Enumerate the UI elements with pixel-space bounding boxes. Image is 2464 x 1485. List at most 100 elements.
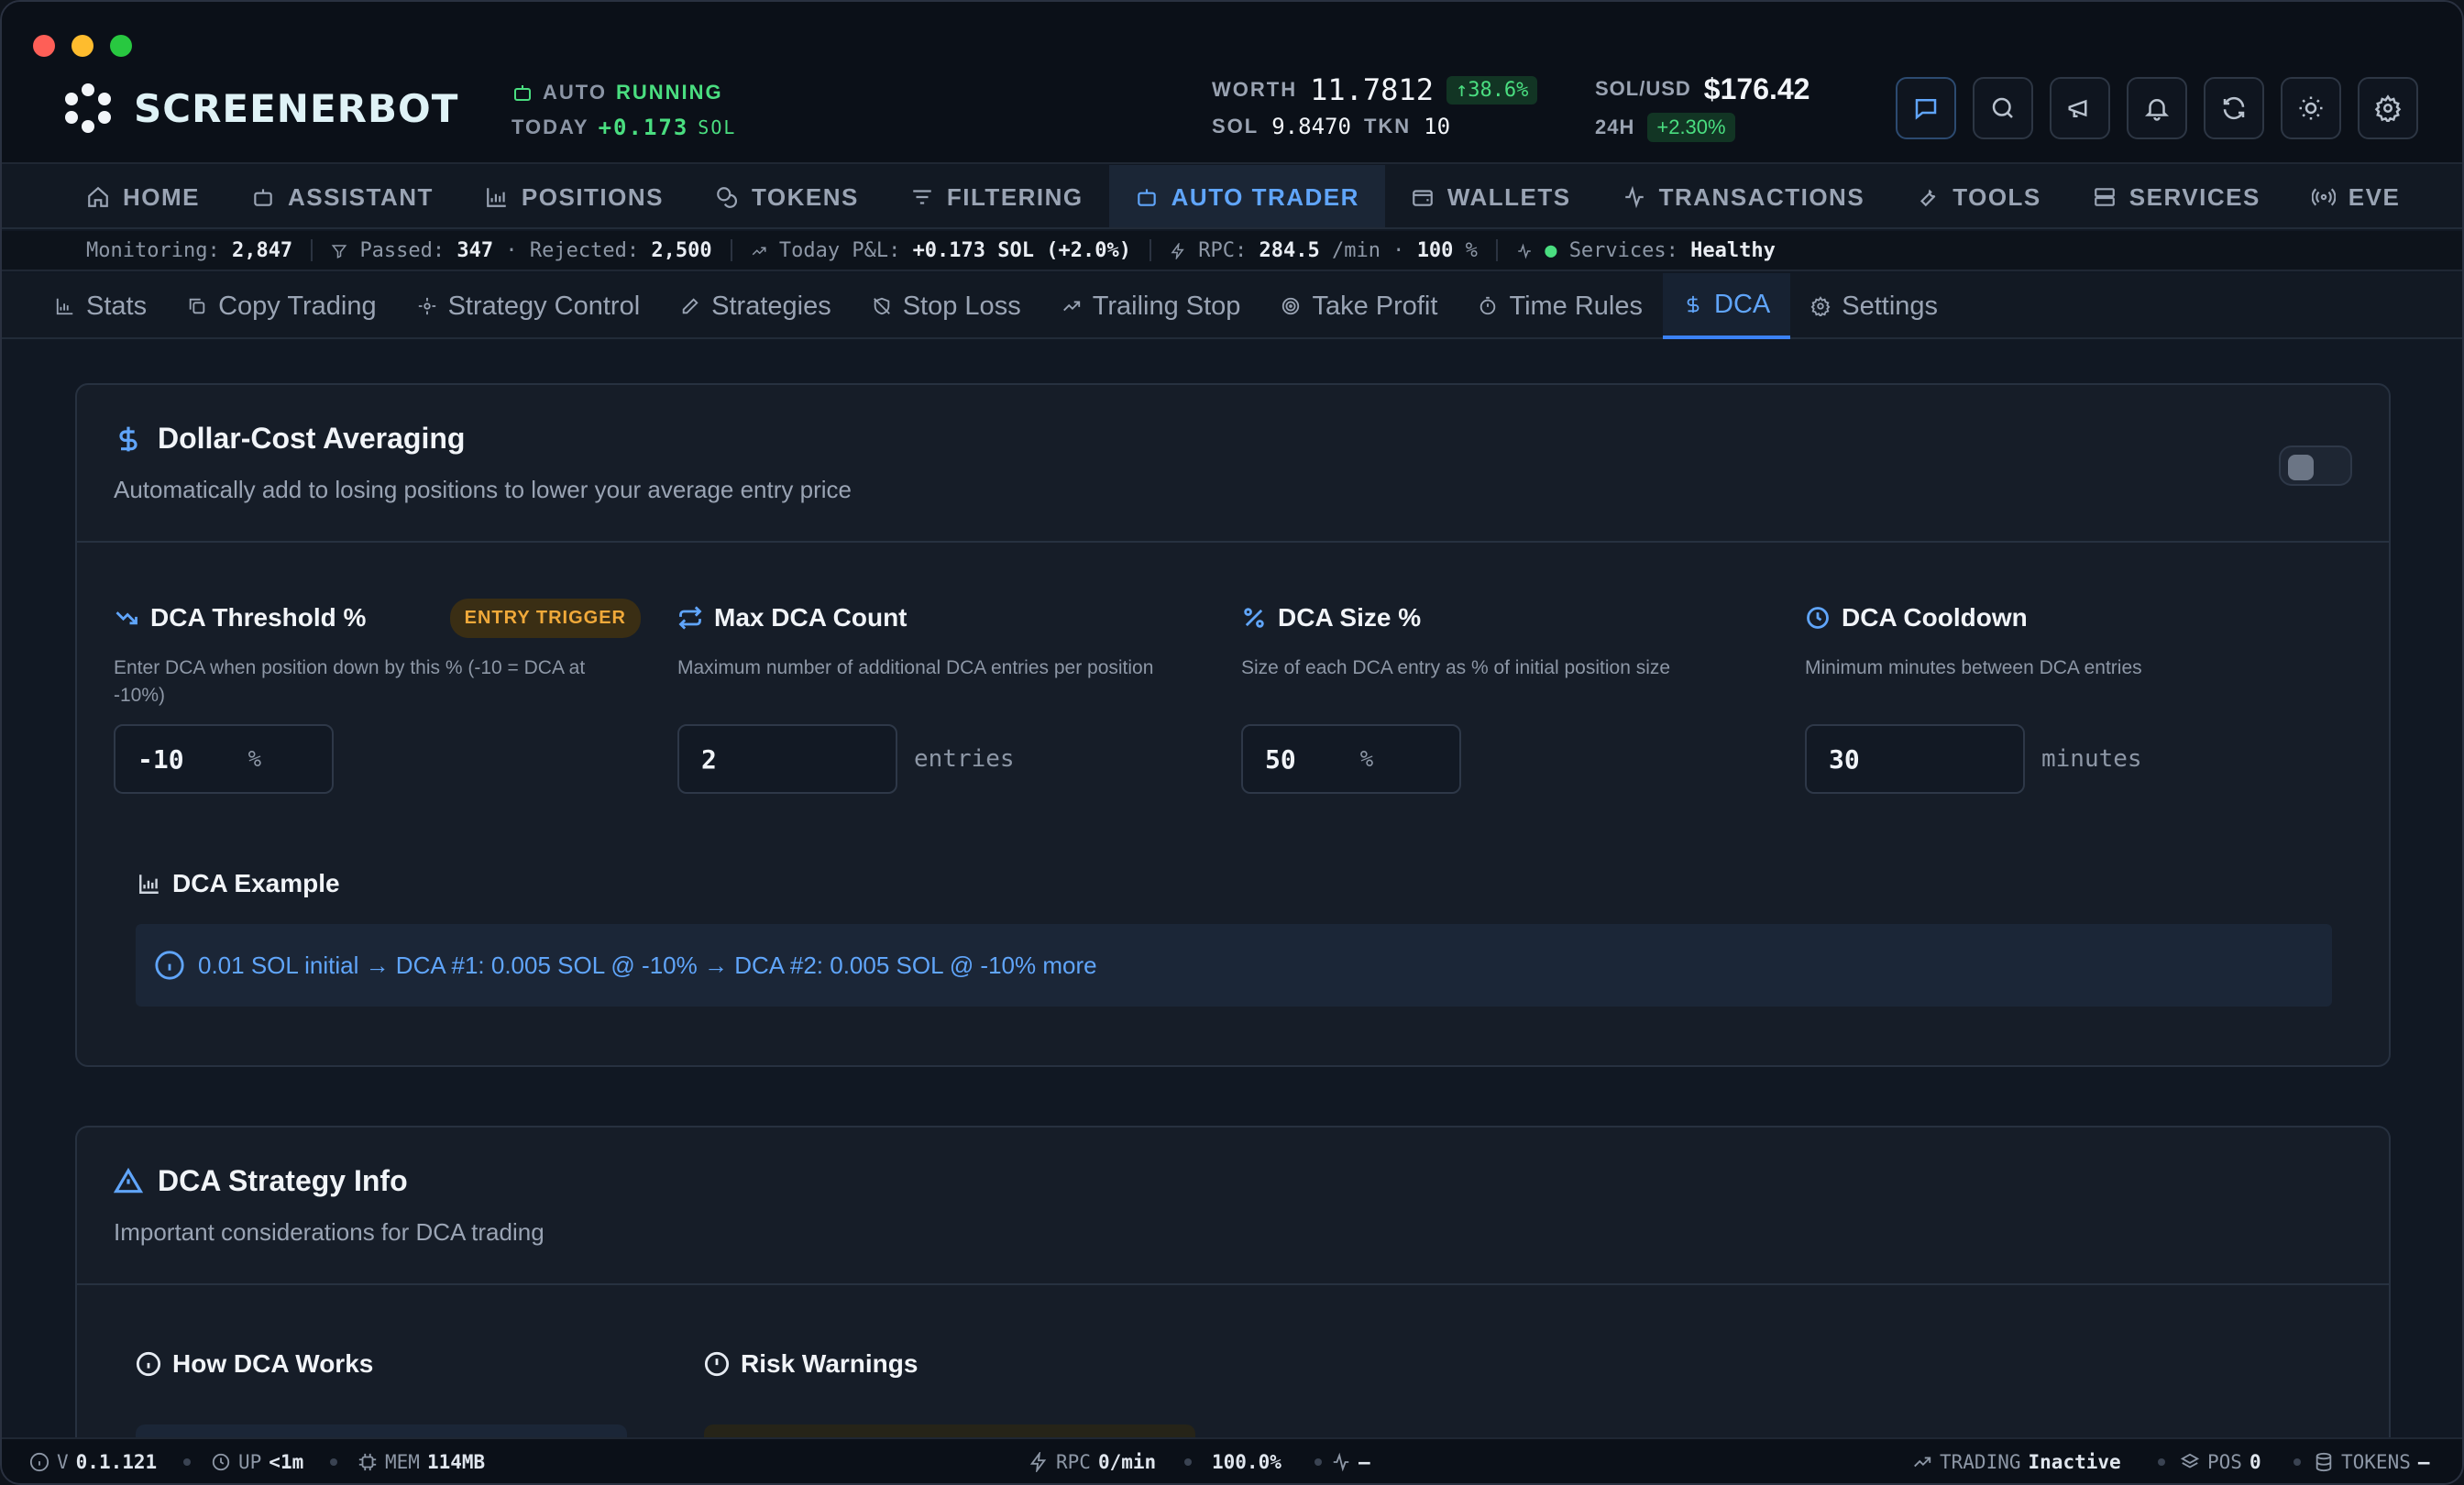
tab-copy-trading[interactable]: Copy Trading [167, 273, 397, 339]
nav-item-filtering[interactable]: FILTERING [885, 165, 1109, 227]
dca-cooldown-field: DCA Cooldown Minimum minutes between DCA… [1805, 598, 2369, 794]
version-value: 0.1.121 [75, 1451, 158, 1473]
dca-cooldown-input[interactable]: 30 [1805, 724, 2025, 794]
nav-item-label: HOME [123, 182, 200, 211]
dca-size-field: DCA Size % Size of each DCA entry as % o… [1241, 598, 1805, 794]
nav-item-tokens[interactable]: TOKENS [689, 165, 885, 227]
logo-icon [65, 83, 111, 133]
sun-icon [2299, 96, 2323, 120]
notifications-button[interactable] [2127, 77, 2187, 139]
divider-dot [2158, 1439, 2165, 1483]
risk-warnings-heading: Risk Warnings [704, 1349, 918, 1379]
dca-enable-toggle[interactable] [2279, 446, 2352, 486]
rpc-pct: 100 [1416, 238, 1454, 262]
nav-item-label: AUTO TRADER [1171, 182, 1359, 211]
monitoring-value: 2,847 [231, 238, 293, 262]
nav-item-auto-trader[interactable]: AUTO TRADER [1108, 165, 1385, 227]
solusd-value: $176.42 [1703, 72, 1810, 105]
divider [730, 239, 732, 261]
trading-label: TRADING [1940, 1451, 2021, 1473]
nav-item-transactions[interactable]: TRANSACTIONS [1597, 165, 1891, 227]
auto-trader-tabs: Stats Copy Trading Strategy Control Strateg… [2, 273, 2462, 339]
settings-button[interactable] [2358, 77, 2418, 139]
services-stat: ● Services: Healthy [1516, 239, 1776, 262]
nav-item-home[interactable]: HOME [60, 165, 226, 227]
rpc-value: 284.5 [1259, 238, 1320, 262]
uptime-label: UP [238, 1451, 262, 1473]
gear-icon [2374, 94, 2402, 122]
header-actions [1896, 77, 2418, 139]
tab-strategies[interactable]: Strategies [660, 273, 852, 339]
warning-triangle-icon [114, 1167, 143, 1193]
monitoring-stat: Monitoring: 2,847 [86, 239, 292, 262]
max-dca-count-field: Max DCA Count Maximum number of addition… [677, 598, 1241, 794]
worth-change-badge: ↑38.6% [1446, 75, 1538, 104]
tab-label: Time Rules [1509, 291, 1644, 321]
theme-button[interactable] [2281, 77, 2341, 139]
tab-label: Stats [86, 291, 148, 321]
auto-status: AUTO RUNNING TODAY +0.173 SOL [512, 75, 736, 145]
rpc-stat: RPC: 284.5 /min · 100 % [1170, 239, 1478, 262]
logo-text: SCREENERBOT [134, 85, 459, 131]
divider-dot [183, 1439, 191, 1483]
dca-size-input[interactable]: 50 % [1241, 724, 1461, 794]
tab-strategy-control[interactable]: Strategy Control [397, 273, 661, 339]
version-stat: V 0.1.121 [29, 1439, 158, 1483]
dca-threshold-input[interactable]: -10 % [114, 724, 334, 794]
divider-dot [1184, 1439, 1192, 1483]
rejected-value: 2,500 [651, 238, 712, 262]
nav-item-label: ASSISTANT [288, 182, 434, 211]
nav-item-label: FILTERING [946, 182, 1084, 211]
tab-label: DCA [1714, 289, 1771, 319]
tab-stats[interactable]: Stats [35, 273, 167, 339]
nav-item-tools[interactable]: TOOLS [1890, 165, 2067, 227]
trending-up-icon [1062, 301, 1080, 312]
nav-item-label: EVE [2348, 182, 2401, 211]
info-title: DCA Strategy Info [158, 1164, 408, 1197]
field-description: Enter DCA when position down by this % (… [114, 657, 586, 706]
dca-threshold-field: DCA Threshold % ENTRY TRIGGER Enter DCA … [114, 598, 677, 794]
repeat-icon [678, 606, 702, 630]
filter-stat: Passed: 347 · Rejected: 2,500 [331, 238, 712, 262]
refresh-button[interactable] [2204, 77, 2264, 139]
assistant-button[interactable] [1896, 77, 1956, 139]
close-window-button[interactable] [33, 35, 55, 57]
info-icon [29, 1452, 50, 1472]
tab-time-rules[interactable]: Time Rules [1458, 273, 1663, 339]
dollar-icon [1687, 295, 1700, 314]
pnl-label: Today P&L: [778, 238, 901, 262]
announcements-button[interactable] [2050, 77, 2110, 139]
search-button[interactable] [1973, 77, 2033, 139]
minimize-window-button[interactable] [72, 35, 94, 57]
nav-item-label: WALLETS [1446, 182, 1571, 211]
dca-title-row: Dollar-Cost Averaging [114, 422, 2352, 456]
field-description: Size of each DCA entry as % of initial p… [1241, 657, 1671, 678]
tab-stop-loss[interactable]: Stop Loss [852, 273, 1041, 339]
nav-item-assistant[interactable]: ASSISTANT [226, 165, 459, 227]
nav-item-services[interactable]: SERVICES [2067, 165, 2286, 227]
chat-icon [1915, 99, 1937, 120]
sol-label: SOL [1212, 115, 1260, 138]
activity-icon [1624, 185, 1644, 209]
app-logo[interactable]: SCREENERBOT [62, 82, 458, 134]
dollar-icon [119, 426, 138, 451]
max-dca-count-input[interactable]: 2 [677, 724, 897, 794]
tab-settings[interactable]: Settings [1790, 273, 1958, 339]
nav-item-positions[interactable]: POSITIONS [459, 165, 689, 227]
nav-item-eve[interactable]: EVE [2286, 165, 2426, 227]
tab-trailing-stop[interactable]: Trailing Stop [1041, 273, 1261, 339]
auto-label: AUTO [543, 81, 607, 104]
input-value: 50 [1265, 743, 1296, 775]
info-title-row: DCA Strategy Info [114, 1164, 2352, 1198]
divider-dot [1314, 1439, 1322, 1483]
input-value: -10 [138, 743, 184, 775]
tab-take-profit[interactable]: Take Profit [1260, 273, 1458, 339]
activity-icon [1333, 1452, 1349, 1472]
server-icon [2094, 188, 2115, 206]
tab-dca[interactable]: DCA [1663, 273, 1791, 339]
maximize-window-button[interactable] [110, 35, 132, 57]
nav-item-wallets[interactable]: WALLETS [1385, 165, 1597, 227]
field-label-row: DCA Size % [1241, 598, 1805, 638]
shield-off-icon [873, 297, 890, 315]
bar-chart-icon [139, 874, 159, 894]
